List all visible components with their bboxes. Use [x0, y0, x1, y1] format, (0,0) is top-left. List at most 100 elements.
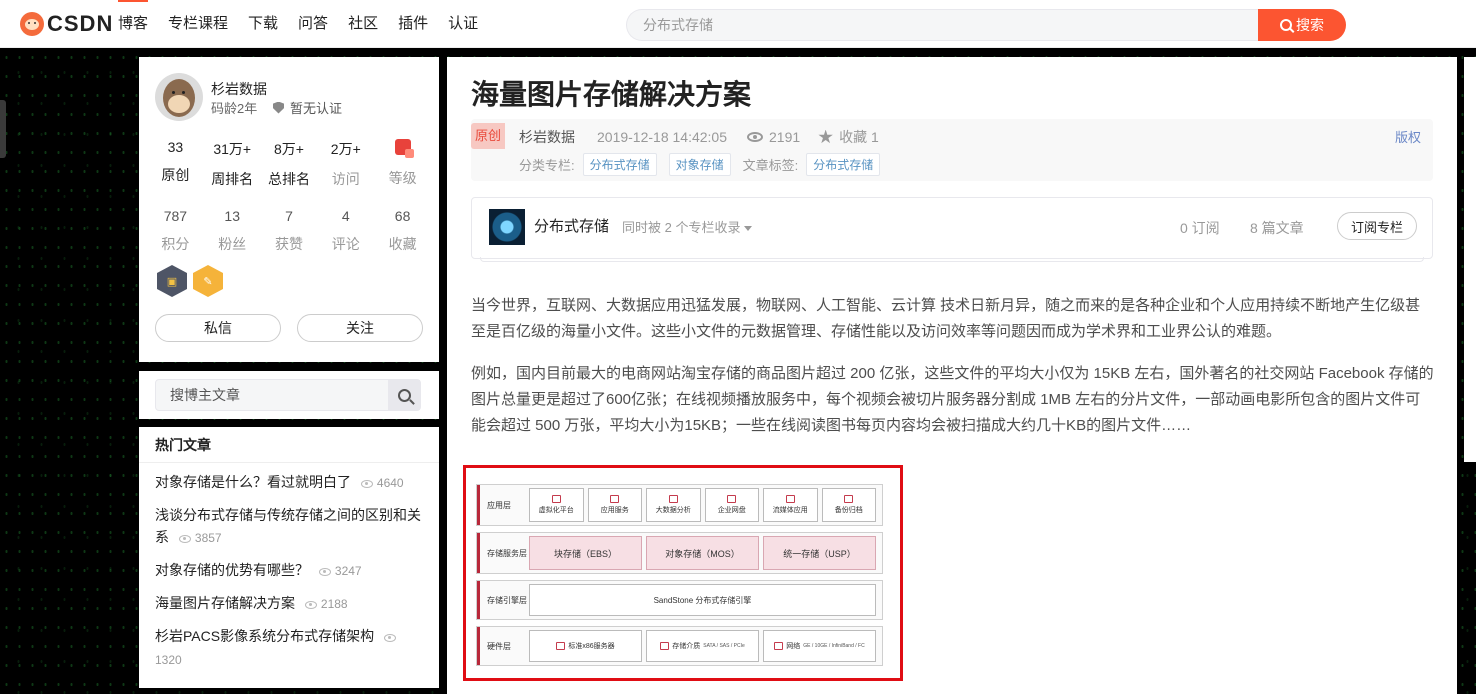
layer-name: 存储服务层 — [487, 548, 527, 558]
stat-value: 68 — [394, 208, 411, 224]
nav-certification[interactable]: 认证 — [438, 0, 488, 48]
hot-articles-list: 对象存储是什么？看过就明白了 4640 浅谈分布式存储与传统存储之间的区别和关系… — [139, 463, 439, 671]
column-thumbnail[interactable] — [489, 209, 525, 245]
avatar-muzzle — [168, 95, 190, 113]
hot-item-title[interactable]: 杉岩PACS影像系统分布式存储架构 — [155, 628, 374, 644]
article-paragraph: 当今世界，互联网、大数据应用迅猛发展，物联网、人工智能、云计算 技术日新月异，随… — [471, 297, 1421, 340]
cert-text: 暂无认证 — [290, 101, 343, 116]
column-name[interactable]: 分布式存储 — [534, 215, 609, 236]
architecture-diagram: 应用层 虚拟化平台 应用服务 大数据分析 企业网盘 流媒体应用 备份归档 存储服… — [463, 465, 903, 681]
stat-label: 收藏 — [388, 236, 417, 252]
right-sidebar-edge — [1464, 57, 1476, 462]
hot-item-views: 2188 — [304, 597, 348, 611]
top-bar: CSDN 博客 专栏课程 下载 问答 社区 插件 认证 搜索 — [0, 0, 1476, 48]
diagram-cell: 企业网盘 — [704, 488, 759, 522]
badge-icon[interactable]: ▣ — [157, 265, 187, 297]
views-count: 3247 — [334, 564, 362, 578]
stat-value: 7 — [285, 208, 293, 224]
stat-week-rank[interactable]: 31万+ 周排名 — [204, 139, 261, 189]
stat-favorites: 68 收藏 — [374, 208, 431, 254]
stat-value: 4 — [341, 208, 350, 224]
eye-icon — [178, 534, 191, 543]
nav-blog[interactable]: 博客 — [108, 0, 158, 48]
nav-courses[interactable]: 专栏课程 — [158, 0, 238, 48]
analytics-icon — [668, 495, 678, 503]
cloud-drive-icon — [727, 495, 737, 503]
stat-total-rank[interactable]: 8万+ 总排名 — [261, 139, 318, 189]
diagram-cell: 存储介质 SATA / SAS / PCIe — [646, 630, 759, 662]
column-included[interactable]: 同时被 2 个专栏收录 — [622, 217, 753, 236]
subscribe-column-button[interactable]: 订阅专栏 — [1337, 212, 1417, 240]
list-item[interactable]: 对象存储的优势有哪些？ 3247 — [155, 559, 423, 582]
follow-button[interactable]: 关注 — [297, 314, 423, 342]
diagram-cell: 标准x86服务器 — [529, 630, 642, 662]
profile-name[interactable]: 杉岩数据 — [211, 79, 267, 99]
pen-badge-icon[interactable]: ✎ — [193, 265, 223, 297]
copyright-link[interactable]: 版权 — [1395, 127, 1421, 146]
diagram-layer: 存储服务层 块存储（EBS） 对象存储（MOS） 统一存储（USP） — [476, 532, 883, 574]
virtualization-icon — [551, 495, 561, 503]
stat-level[interactable]: 等级 — [374, 139, 431, 189]
global-search-input[interactable] — [626, 9, 1258, 41]
server-icon — [556, 642, 566, 650]
nav-community[interactable]: 社区 — [338, 0, 388, 48]
avatar[interactable] — [155, 73, 203, 121]
article-meta: 原创 杉岩数据 2019-12-18 14:42:05 2191 收藏 1 版权… — [471, 119, 1433, 181]
stat-label: 原创 — [161, 167, 190, 183]
list-item[interactable]: 浅谈分布式存储与传统存储之间的区别和关系 3857 — [155, 504, 423, 549]
diagram-cell: 块存储（EBS） — [529, 536, 642, 570]
stat-label: 积分 — [161, 236, 190, 252]
diagram-cell: 大数据分析 — [646, 488, 701, 522]
stats-row-1: 33 原创 31万+ 周排名 8万+ 总排名 2万+ 访问 等级 — [147, 139, 431, 189]
blogger-search-input[interactable] — [156, 380, 388, 410]
stat-label: 等级 — [388, 170, 417, 186]
hot-articles-card: 热门文章 对象存储是什么？看过就明白了 4640 浅谈分布式存储与传统存储之间的… — [139, 427, 439, 688]
profile-age: 码龄2年 — [211, 101, 258, 116]
tags-label: 文章标签: — [742, 158, 799, 173]
stat-fans: 13 粉丝 — [204, 208, 261, 254]
diagram-cell: 虚拟化平台 — [529, 488, 584, 522]
nav-download[interactable]: 下载 — [238, 0, 288, 48]
global-search: 搜索 — [626, 9, 1346, 41]
hot-item-title[interactable]: 海量图片存储解决方案 — [155, 595, 295, 611]
category-chip[interactable]: 对象存储 — [668, 153, 731, 176]
stat-value: 787 — [163, 208, 188, 224]
search-icon — [1280, 19, 1292, 31]
views-count: 1320 — [155, 653, 182, 667]
diagram-cell: 应用服务 — [587, 488, 642, 522]
list-item[interactable]: 海量图片存储解决方案 2188 — [155, 592, 423, 615]
article-author[interactable]: 杉岩数据 — [519, 127, 575, 147]
stat-original[interactable]: 33 原创 — [147, 139, 204, 189]
layer-name: 存储引擎层 — [487, 595, 527, 605]
diagram-cell: 网络 GE / 10GE / InfiniBand / FC — [763, 630, 876, 662]
eye-icon — [747, 132, 763, 142]
message-button[interactable]: 私信 — [155, 314, 281, 342]
article-favorite[interactable]: 收藏 1 — [818, 127, 879, 147]
hot-item-title[interactable]: 对象存储是什么？看过就明白了 — [155, 474, 351, 490]
layer-name: 应用层 — [487, 500, 511, 510]
profile-card: 杉岩数据 码龄2年 暂无认证 33 原创 31万+ 周排名 8万+ 总排名 2万… — [139, 57, 439, 362]
tag-chip[interactable]: 分布式存储 — [806, 153, 881, 176]
csdn-logo[interactable]: CSDN — [20, 11, 113, 37]
blogger-search-button[interactable] — [388, 380, 420, 410]
global-search-button[interactable]: 搜索 — [1258, 9, 1346, 41]
views-count: 2191 — [769, 129, 801, 145]
diagram-layer: 存储引擎层 SandStone 分布式存储引擎 — [476, 580, 883, 620]
diagram-layer: 应用层 虚拟化平台 应用服务 大数据分析 企业网盘 流媒体应用 备份归档 — [476, 484, 883, 526]
left-edge-tab[interactable] — [0, 100, 6, 158]
article-views: 2191 — [747, 129, 800, 145]
stat-label: 评论 — [331, 236, 360, 252]
article-main: 海量图片存储解决方案 原创 杉岩数据 2019-12-18 14:42:05 2… — [447, 57, 1457, 694]
diagram-cell: 备份归档 — [821, 488, 876, 522]
nav-plugin[interactable]: 插件 — [388, 0, 438, 48]
hot-item-title[interactable]: 对象存储的优势有哪些？ — [155, 562, 309, 578]
list-item[interactable]: 杉岩PACS影像系统分布式存储架构 1320 — [155, 625, 423, 671]
disk-icon — [660, 642, 670, 650]
category-chip[interactable]: 分布式存储 — [582, 153, 657, 176]
star-icon — [818, 129, 833, 144]
avatar-eyes — [172, 91, 175, 94]
stat-label: 访问 — [331, 171, 360, 187]
list-item[interactable]: 对象存储是什么？看过就明白了 4640 — [155, 471, 423, 494]
nav-qa[interactable]: 问答 — [288, 0, 338, 48]
badges: ▣ ✎ — [157, 265, 223, 297]
